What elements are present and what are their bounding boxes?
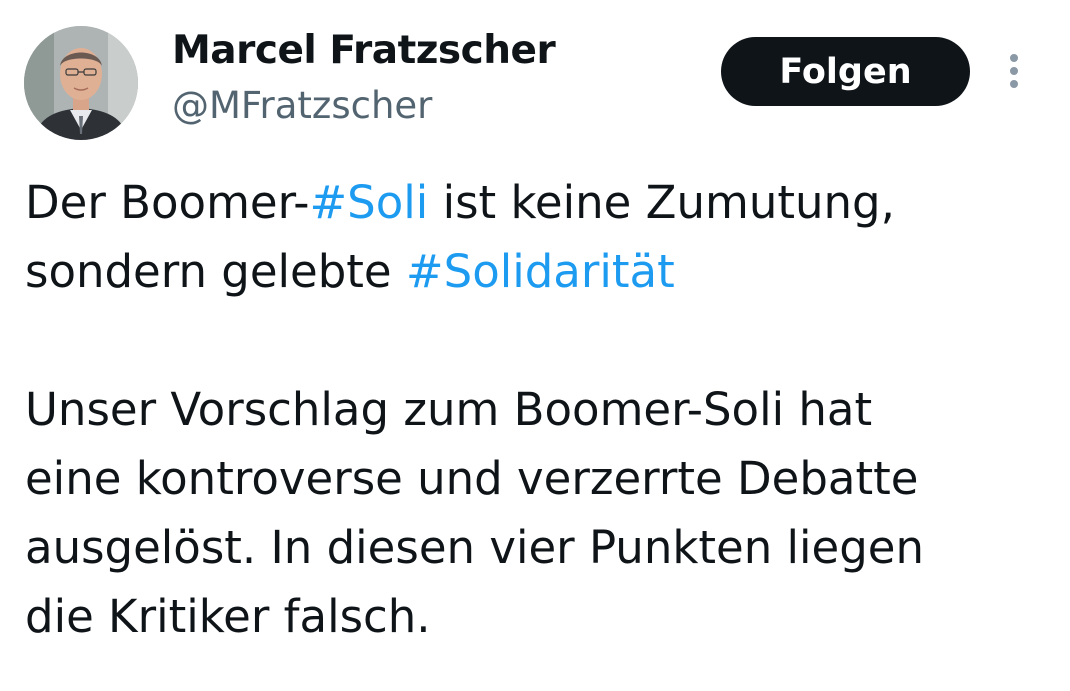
tweet-text: Der Boomer-#Soli ist keine Zumutung, son…: [25, 168, 1055, 651]
tweet-text-segment: Der Boomer-: [25, 176, 310, 229]
avatar[interactable]: [24, 26, 138, 140]
hashtag-link[interactable]: #Solidarität: [406, 245, 675, 298]
tweet-text-segment: ist keine Zumutung,: [428, 176, 895, 229]
author-name[interactable]: Marcel Fratzscher: [172, 28, 556, 73]
more-button[interactable]: [996, 50, 1032, 94]
tweet-text-segment: sondern gelebte: [25, 245, 406, 298]
tweet-line: sondern gelebte #Solidarität: [25, 237, 1055, 306]
tweet-line: Der Boomer-#Soli ist keine Zumutung,: [25, 168, 1055, 237]
follow-button[interactable]: Folgen: [721, 37, 970, 106]
author-handle[interactable]: @MFratzscher: [172, 84, 432, 127]
tweet-line: Unser Vorschlag zum Boomer-Soli hat: [25, 383, 873, 436]
hashtag-link[interactable]: #Soli: [309, 176, 428, 229]
avatar-image: [24, 26, 138, 140]
tweet-header: Marcel Fratzscher @MFratzscher Folgen: [0, 0, 1070, 150]
tweet-line: ausgelöst. In diesen vier Punkten liegen: [25, 521, 925, 574]
tweet-line: die Kritiker falsch.: [25, 590, 431, 643]
more-vertical-icon: [1010, 54, 1018, 88]
tweet-line: eine kontroverse und verzerrte Debatte: [25, 452, 919, 505]
